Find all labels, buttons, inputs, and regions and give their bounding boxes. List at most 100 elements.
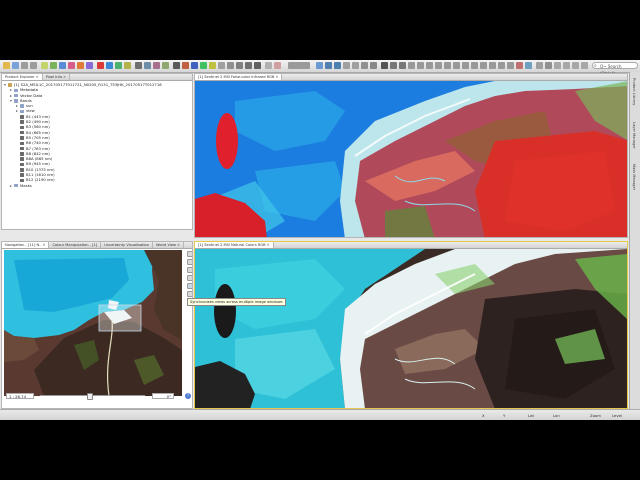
spectrum-icon[interactable] <box>50 62 57 69</box>
settings-icon[interactable] <box>536 62 543 69</box>
draw-ellipse-icon[interactable] <box>471 62 478 69</box>
save-icon[interactable] <box>12 62 19 69</box>
sync-views-icon[interactable] <box>352 62 359 69</box>
zoom-all-icon[interactable] <box>316 62 323 69</box>
rotate-icon[interactable] <box>417 62 424 69</box>
tab-navigation[interactable]: Navigation - [11] N..✕ <box>2 242 50 248</box>
close-icon[interactable]: ✕ <box>267 242 270 248</box>
tree-node-masks[interactable]: ▸ Masks <box>4 183 190 188</box>
measure-icon[interactable] <box>426 62 433 69</box>
histogram-icon[interactable] <box>59 62 66 69</box>
close-icon[interactable]: ✕ <box>177 242 180 248</box>
overlay-icon[interactable] <box>361 62 368 69</box>
range-finder-icon[interactable] <box>274 62 281 69</box>
close-icon[interactable]: ✕ <box>36 74 39 80</box>
time-series-icon[interactable] <box>124 62 131 69</box>
tab-false-color-view[interactable]: [1] Sentinel 2 MSI False-color Infrared … <box>195 74 283 80</box>
sync-views-button[interactable] <box>187 283 192 289</box>
search-input[interactable]: ⌕ Q~ Search (Ctrl+I) <box>592 62 638 76</box>
select-tool-icon[interactable] <box>218 62 225 69</box>
google-earth-icon[interactable] <box>115 62 122 69</box>
zoom-pixel-button[interactable] <box>187 267 192 273</box>
delete-icon[interactable] <box>516 62 523 69</box>
tab-product-library[interactable]: Product Library <box>632 78 636 105</box>
folder-icon <box>14 183 18 188</box>
tile-icon[interactable] <box>572 62 579 69</box>
profile-plot-icon[interactable] <box>77 62 84 69</box>
redo-icon[interactable] <box>30 62 37 69</box>
line-tool-icon[interactable] <box>227 62 234 69</box>
cursor-tool-icon[interactable] <box>381 62 388 69</box>
grid-icon[interactable] <box>209 62 216 69</box>
mosaic-icon[interactable] <box>162 62 169 69</box>
tab-world-view[interactable]: World View✕ <box>153 242 184 248</box>
batch-processing-icon[interactable] <box>144 62 151 69</box>
text-tool-icon[interactable] <box>498 62 505 69</box>
navigation-panel: Navigation - [11] N..✕ Colour Manipulatio… <box>1 241 193 409</box>
layer-editor-icon[interactable] <box>545 62 552 69</box>
tab-colour-manipulation[interactable]: Colour Manipulation - [1] <box>49 242 102 248</box>
open-product-icon[interactable] <box>3 62 10 69</box>
tab-natural-color-view[interactable]: [1] Sentinel 2 MSI Natural Colors RGB✕ <box>195 242 274 248</box>
world-map-icon[interactable] <box>106 62 113 69</box>
ellipse-tool-icon[interactable] <box>254 62 261 69</box>
subset-icon[interactable] <box>153 62 160 69</box>
help-icon[interactable]: ? <box>185 393 191 399</box>
navigation-overview-image[interactable] <box>4 250 182 396</box>
close-icon[interactable]: ✕ <box>63 74 66 80</box>
band-icon <box>20 136 24 140</box>
viewport-rectangle[interactable] <box>98 304 142 332</box>
zoom-in-button[interactable] <box>187 251 192 257</box>
gcp-icon[interactable] <box>200 62 207 69</box>
mask-icon[interactable] <box>182 62 189 69</box>
graph-builder-icon[interactable] <box>135 62 142 69</box>
search-icon: ⌕ <box>594 63 597 69</box>
draw-line-icon[interactable] <box>435 62 442 69</box>
rotation-field[interactable]: 0° <box>152 393 174 399</box>
status-bar: X Y Lat Lon Zoom Level <box>0 409 640 420</box>
band-maths-icon[interactable] <box>41 62 48 69</box>
insert-pin-icon[interactable] <box>480 62 487 69</box>
close-icon[interactable]: ✕ <box>275 74 278 80</box>
pan-zoom-group-icon[interactable] <box>288 62 310 69</box>
band-icon <box>20 168 24 172</box>
scatter-plot-icon[interactable] <box>68 62 75 69</box>
select-vector-icon[interactable] <box>507 62 514 69</box>
rgb-image-icon[interactable] <box>97 62 104 69</box>
tab-uncertainty-visualisation[interactable]: Uncertainty Visualisation <box>101 242 154 248</box>
polygon-tool-icon[interactable] <box>245 62 252 69</box>
sum-icon[interactable] <box>173 62 180 69</box>
rectangle-tool-icon[interactable] <box>236 62 243 69</box>
zoom-out-button[interactable] <box>187 259 192 265</box>
tab-layer-manager[interactable]: Layer Manager <box>632 122 636 149</box>
sync-cursor-icon[interactable] <box>343 62 350 69</box>
tab-product-explorer[interactable]: Product Explorer✕ <box>2 74 43 80</box>
zoom-all-button[interactable] <box>187 275 192 281</box>
options-icon[interactable] <box>554 62 561 69</box>
pixel-info-icon[interactable] <box>408 62 415 69</box>
zoom-scale-field[interactable]: 1 : 26.74 <box>6 393 34 399</box>
pan-tool-icon[interactable] <box>399 62 406 69</box>
pin-icon[interactable] <box>191 62 198 69</box>
zoom-out-icon[interactable] <box>334 62 341 69</box>
tab-mask-manager[interactable]: Mask Manager <box>632 164 636 190</box>
zoom-tool-icon[interactable] <box>390 62 397 69</box>
window-icon[interactable] <box>563 62 570 69</box>
sync-cursor-button[interactable] <box>187 291 192 297</box>
undo-icon[interactable] <box>21 62 28 69</box>
help-icon[interactable] <box>525 62 532 69</box>
insert-gcp-icon[interactable] <box>489 62 496 69</box>
close-icon[interactable]: ✕ <box>42 242 45 248</box>
false-color-image[interactable] <box>195 81 627 237</box>
magic-wand-icon[interactable] <box>265 62 272 69</box>
graticule-icon[interactable] <box>370 62 377 69</box>
draw-polygon-icon[interactable] <box>462 62 469 69</box>
statistics-icon[interactable] <box>86 62 93 69</box>
draw-rectangle-icon[interactable] <box>453 62 460 69</box>
draw-polyline-icon[interactable] <box>444 62 451 69</box>
close-all-icon[interactable] <box>581 62 588 69</box>
zoom-slider-handle[interactable] <box>87 393 93 400</box>
zoom-in-icon[interactable] <box>325 62 332 69</box>
tab-pixel-info[interactable]: Pixel Info✕ <box>43 74 71 80</box>
natural-color-image[interactable] <box>195 249 627 408</box>
